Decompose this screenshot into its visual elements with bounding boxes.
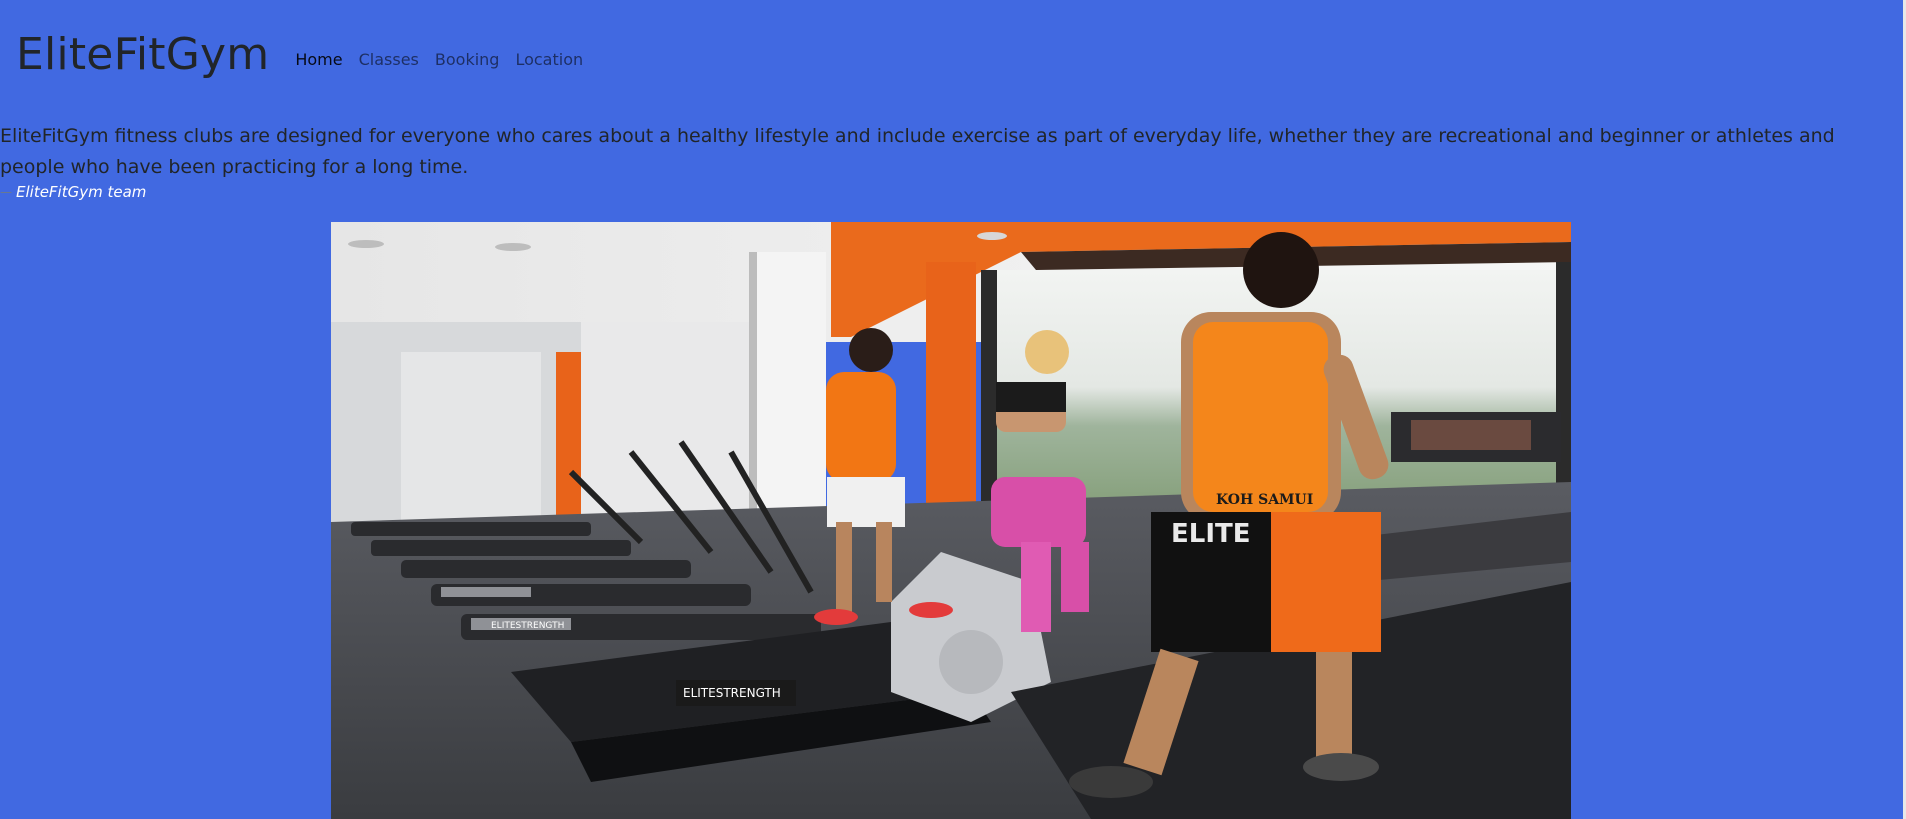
quote-text: EliteFitGym fitness clubs are designed f… [0, 125, 1835, 178]
treadmill-label-far: ELITESTRENGTH [491, 621, 564, 631]
nav-link-home[interactable]: Home [295, 50, 342, 69]
treadmill-label: ELITESTRENGTH [683, 686, 781, 700]
quote-dash: — [0, 185, 12, 199]
hero-gym-image: ELITESTRENGTH ELITESTRENGTH KOH SAMUI EL… [331, 222, 1571, 819]
quote-footer: — EliteFitGym team [0, 183, 1890, 201]
intro-quote: EliteFitGym fitness clubs are designed f… [0, 121, 1890, 201]
brand-logo-link[interactable]: EliteFitGym [16, 33, 269, 77]
nav-link-location[interactable]: Location [515, 50, 583, 69]
top-navbar: EliteFitGym Home Classes Booking Locatio… [0, 0, 1906, 110]
nav-link-booking[interactable]: Booking [435, 50, 500, 69]
quote-attribution: EliteFitGym team [16, 183, 147, 201]
tank-top-text: KOH SAMUI [1216, 492, 1313, 508]
gym-photo: ELITESTRENGTH ELITESTRENGTH KOH SAMUI EL… [331, 222, 1571, 819]
nav-links: Home Classes Booking Location [295, 42, 583, 69]
nav-link-classes[interactable]: Classes [359, 50, 419, 69]
shorts-text: ELITE [1171, 519, 1251, 549]
